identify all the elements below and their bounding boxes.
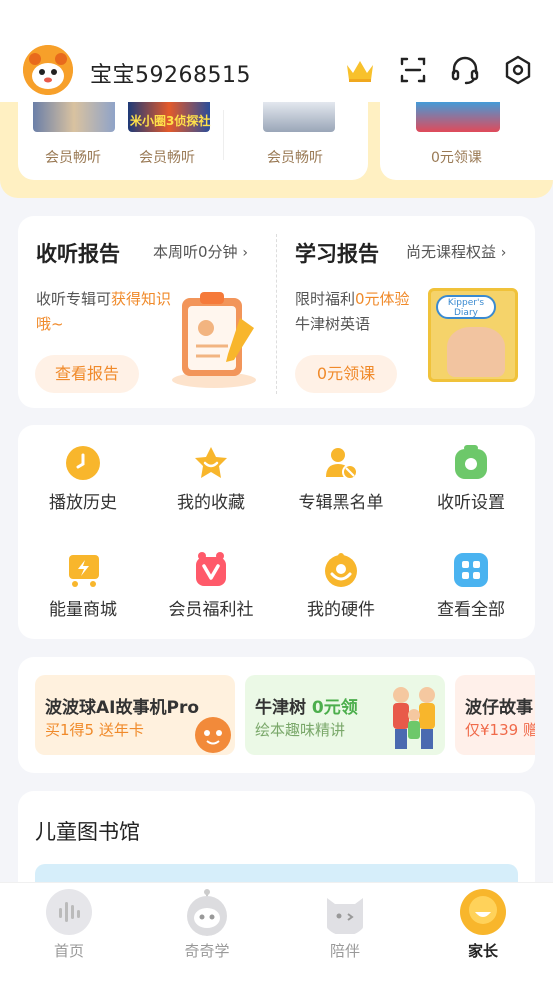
listen-report-text: 收听专辑可获得知识哦~ [36, 287, 176, 337]
study-report-text: 限时福利0元体验 牛津树英语 [295, 287, 435, 337]
album-cover-title: 米小圈3侦探社 [130, 114, 211, 128]
grid-label: 会员福利社 [168, 600, 254, 620]
grid-label: 专辑黑名单 [298, 493, 384, 513]
promo-banner-ai-story[interactable]: 波波球AI故事机Pro 买1得5 送年卡 [35, 675, 235, 755]
promo-banner-oxford-tree[interactable]: 牛津树 0元领 绘本趣味精讲 [245, 675, 445, 755]
grid-item-blacklist[interactable]: 专辑黑名单 [276, 445, 406, 535]
grid-label: 我的收藏 [177, 493, 245, 513]
promo-subtitle: 买1得5 送年卡 [45, 721, 144, 739]
listen-text-prefix: 收听专辑可 [36, 290, 112, 308]
promo-title-prefix: 牛津树 [255, 698, 312, 718]
grid-item-shop[interactable]: 能量商城 [18, 552, 148, 642]
book-title: Kipper's Diary [436, 295, 496, 319]
bottom-nav: 首页 奇奇学 陪伴 家长 [0, 882, 553, 984]
settings-icon[interactable] [501, 53, 535, 87]
library-title: 儿童图书馆 [35, 820, 140, 844]
grid-label: 能量商城 [49, 600, 117, 620]
nav-item-parent[interactable]: 家长 [423, 883, 543, 973]
headset-icon[interactable] [448, 53, 482, 87]
study-text-highlight: 0元体验 [355, 290, 410, 308]
blacklist-icon [326, 448, 358, 480]
nav-label: 奇奇学 [184, 942, 230, 960]
home-waveform-icon [46, 889, 92, 935]
children-illustration-icon [393, 687, 435, 749]
reports-divider [276, 234, 277, 394]
shop-icon [69, 555, 99, 587]
username[interactable]: 宝宝59268515 [90, 57, 251, 89]
course-cover[interactable] [416, 100, 500, 132]
grid-item-history[interactable]: 播放历史 [18, 445, 148, 535]
album-cover-2[interactable]: 米小圈3侦探社 [128, 100, 210, 132]
grid-label: 查看全部 [437, 600, 505, 620]
promo-title: 波仔故事 [465, 698, 533, 718]
chevron-right-icon: › [500, 245, 507, 261]
grid-item-member-welfare[interactable]: 会员福利社 [146, 552, 276, 642]
study-course-name: 牛津树英语 [295, 315, 371, 333]
grid-item-listen-settings[interactable]: 收听设置 [406, 445, 536, 535]
member-item-label[interactable]: 会员畅听 [45, 147, 101, 167]
member-item-label[interactable]: 会员畅听 [267, 147, 323, 167]
divider [223, 110, 224, 160]
crown-icon[interactable] [343, 53, 377, 87]
history-icon [66, 446, 100, 480]
member-strip: 米小圈3侦探社 会员畅听 会员畅听 会员畅听 [18, 100, 368, 180]
grid-item-favorites[interactable]: 我的收藏 [146, 445, 276, 535]
album-cover-1[interactable] [33, 100, 115, 132]
nav-label: 陪伴 [329, 942, 360, 960]
member-item-label[interactable]: 0元领课 [431, 147, 482, 167]
book-cover[interactable]: Kipper's Diary [428, 288, 518, 382]
nav-item-learn[interactable]: 奇奇学 [147, 883, 267, 973]
nav-label: 家长 [467, 942, 498, 960]
header: 宝宝59268515 [0, 0, 553, 102]
listen-report-title[interactable]: 收听报告 [36, 238, 120, 268]
member-item-label[interactable]: 会员畅听 [139, 147, 195, 167]
course-strip: 0元领课 [380, 100, 553, 180]
avatar[interactable] [23, 45, 73, 95]
listen-report-link[interactable]: 本周听0分钟 › [153, 241, 248, 262]
nav-item-companion[interactable]: 陪伴 [285, 883, 405, 973]
free-course-button[interactable]: 0元领课 [295, 355, 397, 393]
grid-item-hardware[interactable]: 我的硬件 [276, 552, 406, 642]
listen-settings-icon [455, 445, 487, 479]
study-text-prefix: 限时福利 [295, 290, 356, 308]
grid-label: 收听设置 [437, 493, 505, 513]
cat-icon [327, 898, 363, 934]
promo-scroller[interactable]: 波波球AI故事机Pro 买1得5 送年卡 牛津树 0元领 绘本趣味精讲 波仔故事… [35, 675, 535, 755]
grid-label: 播放历史 [49, 493, 117, 513]
clipboard-illustration-icon [172, 292, 256, 388]
study-report-link-text: 尚无课程权益 [406, 243, 497, 261]
robot-icon [187, 889, 227, 936]
promo-title: 波波球AI故事机Pro [45, 698, 200, 718]
promo-title: 牛津树 0元领 [255, 693, 358, 718]
book-illustration [447, 327, 505, 377]
study-report-link[interactable]: 尚无课程权益 › [406, 241, 506, 262]
grid-label: 我的硬件 [307, 600, 375, 620]
favorite-icon [195, 447, 227, 478]
member-welfare-icon [196, 552, 226, 586]
study-report-title[interactable]: 学习报告 [295, 238, 379, 268]
promo-subtitle: 绘本趣味精讲 [255, 721, 346, 739]
promo-subtitle: 仅¥139 赠 [465, 721, 535, 739]
scan-icon[interactable] [396, 53, 430, 87]
grid-item-view-all[interactable]: 查看全部 [406, 552, 536, 642]
promo-banner-bozai-story[interactable]: 波仔故事 仅¥139 赠 [455, 675, 535, 755]
promo-title-highlight: 0元领 [311, 698, 358, 718]
listen-report-link-text: 本周听0分钟 [153, 243, 238, 261]
parent-icon [460, 889, 506, 935]
view-report-button[interactable]: 查看报告 [35, 355, 139, 393]
album-cover-3[interactable] [263, 100, 335, 132]
chevron-right-icon: › [242, 245, 248, 261]
nav-label: 首页 [53, 942, 84, 960]
hardware-icon [325, 553, 357, 587]
all-apps-icon [454, 553, 488, 587]
nav-item-home[interactable]: 首页 [9, 883, 129, 973]
story-machine-icon [195, 717, 231, 753]
